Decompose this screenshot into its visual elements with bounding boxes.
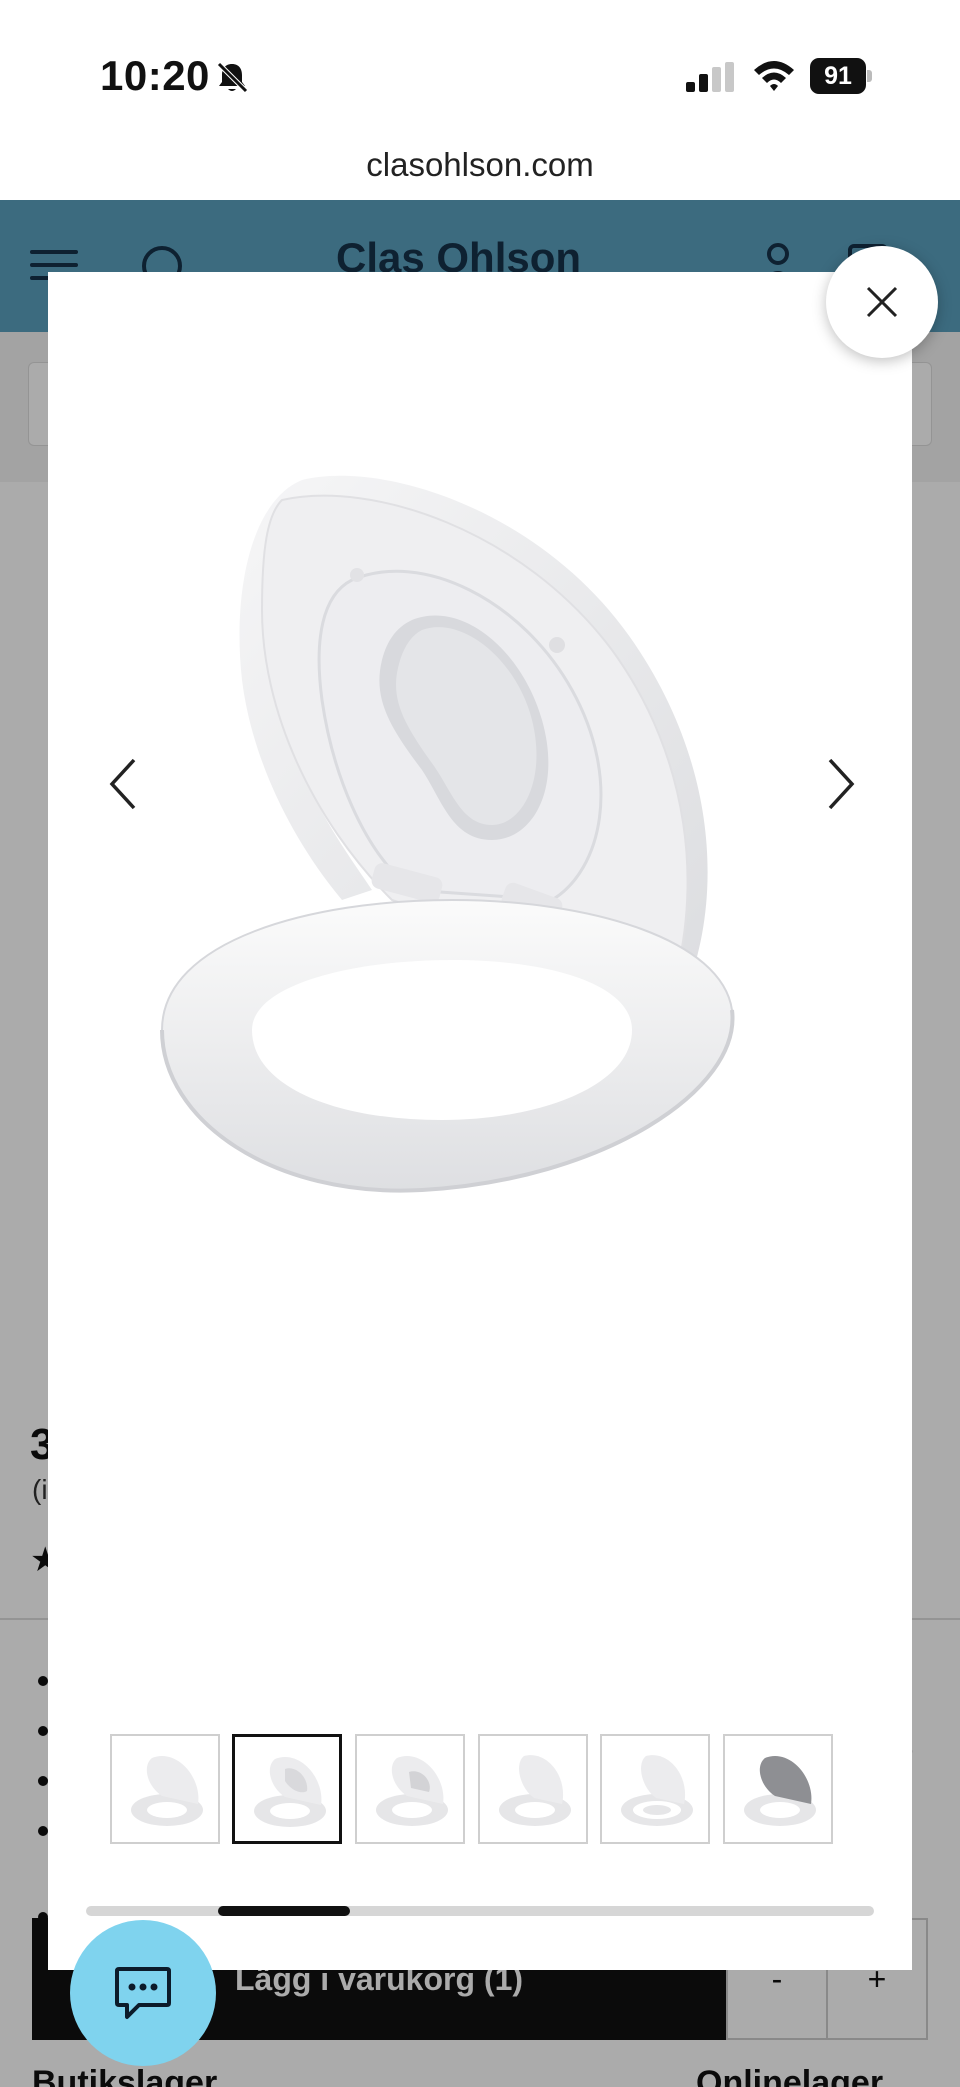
close-icon [866, 286, 898, 318]
status-time: 10:20 [100, 52, 210, 99]
chevron-right-icon[interactable] [816, 752, 864, 816]
thumbnail-strip [110, 1734, 836, 1844]
product-image [160, 475, 735, 1193]
battery-level: 91 [810, 58, 866, 94]
thumbnail-3[interactable] [355, 1734, 465, 1844]
battery-icon: 91 [810, 58, 872, 94]
url-bar[interactable]: clasohlson.com [0, 140, 960, 200]
thumbnail-1[interactable] [110, 1734, 220, 1844]
close-button[interactable] [826, 246, 938, 358]
thumbnail-6[interactable] [723, 1734, 833, 1844]
signal-icon [686, 62, 734, 92]
gallery-scrollbar[interactable] [86, 1906, 874, 1916]
wifi-icon [754, 61, 794, 91]
thumbnail-4[interactable] [478, 1734, 588, 1844]
chat-button[interactable] [70, 1920, 216, 2066]
thumbnail-5[interactable] [600, 1734, 710, 1844]
status-bar: 10:20 91 [0, 0, 960, 140]
chat-bubble-icon [115, 1967, 171, 2019]
thumbnail-2[interactable] [232, 1734, 342, 1844]
gallery-scrollbar-thumb[interactable] [218, 1906, 350, 1916]
bell-slash-icon [217, 62, 248, 93]
